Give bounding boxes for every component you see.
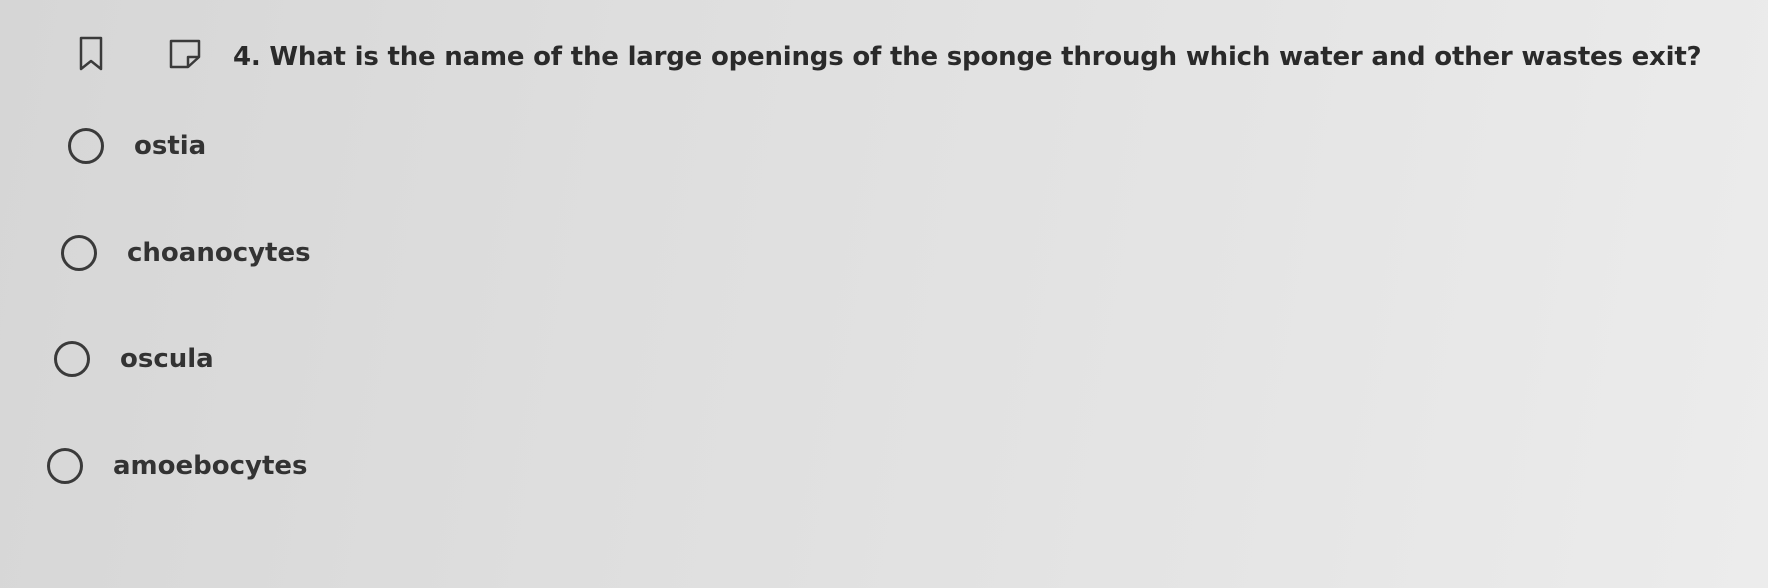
answer-option-ostia[interactable]: ostia — [68, 123, 206, 169]
answer-option-oscula[interactable]: oscula — [54, 336, 214, 382]
question-text: 4. What is the name of the large opening… — [233, 42, 1702, 72]
quiz-screen: 4. What is the name of the large opening… — [0, 0, 1768, 588]
flag-icon[interactable] — [168, 38, 202, 70]
answer-option-amoebocytes[interactable]: amoebocytes — [47, 443, 308, 489]
radio-button[interactable] — [68, 128, 104, 164]
answer-option-label: choanocytes — [127, 238, 311, 268]
answer-option-label: amoebocytes — [113, 451, 308, 481]
radio-button[interactable] — [47, 448, 83, 484]
answer-option-label: ostia — [134, 131, 207, 161]
radio-button[interactable] — [54, 341, 90, 377]
bookmark-icon[interactable] — [78, 36, 104, 72]
answer-option-choanocytes[interactable]: choanocytes — [61, 230, 311, 276]
answer-option-label: oscula — [120, 344, 214, 374]
radio-button[interactable] — [61, 235, 97, 271]
question-header: 4. What is the name of the large opening… — [78, 36, 1738, 86]
